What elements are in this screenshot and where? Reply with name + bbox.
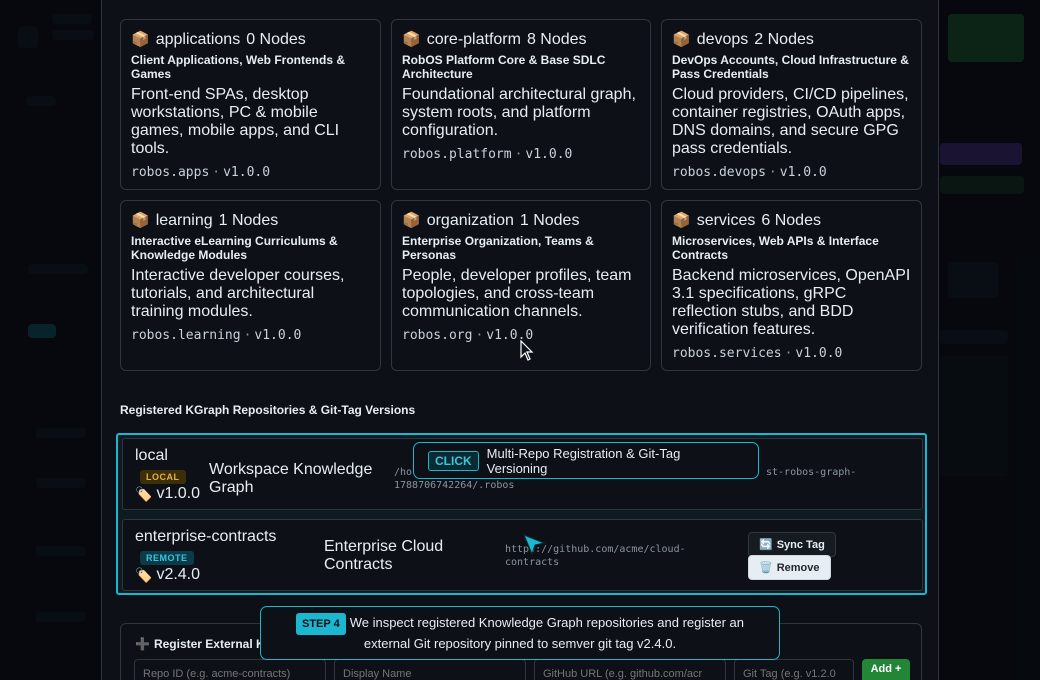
repository-tag: v2.4.0 [156, 566, 201, 583]
mouse-cursor-icon [520, 340, 534, 361]
module-description: Interactive developer courses, tutorials… [131, 267, 345, 320]
package-icon: 📦 [131, 31, 150, 48]
sync-icon: 🔄 [759, 539, 773, 551]
module-package: robos.learning [131, 328, 241, 343]
git-tag-input[interactable] [734, 659, 854, 680]
repository-name: Enterprise Cloud Contracts [324, 538, 444, 573]
repository-id: enterprise-contracts [135, 528, 277, 545]
repository-path-start: /ho [394, 467, 413, 478]
add-repository-button[interactable]: Add + [862, 659, 910, 680]
module-description: Front-end SPAs, desktop workstations, PC… [131, 86, 340, 157]
module-card-applications[interactable]: 📦 applications 0 Nodes Client Applications… [120, 19, 381, 190]
register-form-title: Register External K [153, 637, 265, 651]
repository-path-end: st-robos-graph- [766, 467, 857, 478]
package-icon: 📦 [131, 212, 150, 229]
module-version: v1.0.0 [223, 165, 271, 180]
repositories-section-title: Registered KGraph Repositories & Git-Tag… [120, 403, 416, 417]
module-package: robos.devops [672, 165, 766, 180]
module-package: robos.apps [131, 165, 210, 180]
tag-icon: 🏷️ [135, 485, 153, 502]
tour-pointer-icon [523, 534, 546, 556]
repo-id-input[interactable] [134, 659, 326, 680]
module-card-core-platform[interactable]: 📦 core-platform 8 Nodes RobOS Platform Cor… [391, 19, 651, 190]
remove-button[interactable]: 🗑️ Remove [748, 555, 831, 580]
tag-icon: 🏷️ [135, 566, 153, 583]
repository-name: Workspace Knowledge Graph [209, 461, 373, 496]
remote-badge: REMOTE [140, 551, 194, 565]
module-name: applications [155, 31, 241, 48]
local-badge: LOCAL [140, 470, 186, 484]
module-card-services[interactable]: 📦 services 6 Nodes Microservices, Web APIs… [661, 200, 922, 371]
module-subtitle: Interactive eLearning Curriculums & Know… [131, 234, 338, 262]
module-subtitle: Microservices, Web APIs & Interface Cont… [672, 234, 879, 262]
module-version: v1.0.0 [779, 165, 827, 180]
module-version: v1.0.0 [254, 328, 302, 343]
module-subtitle: Client Applications, Web Frontends & Gam… [131, 53, 346, 81]
module-name: devops [696, 31, 749, 48]
module-package: robos.services [672, 346, 782, 361]
package-icon: 📦 [402, 31, 421, 48]
module-description: Foundational architectural graph, system… [402, 86, 636, 139]
step-tooltip: STEP 4 We inspect registered Knowledge Gr… [260, 606, 780, 660]
module-description: Cloud providers, CI/CD pipelines, contai… [672, 86, 909, 157]
module-node-count: 1 Nodes [519, 212, 580, 229]
step-tooltip-text: We inspect registered Knowledge Graph re… [349, 615, 745, 651]
module-description: People, developer profiles, team topolog… [402, 267, 632, 320]
package-icon: 📦 [672, 212, 691, 229]
module-card-devops[interactable]: 📦 devops 2 Nodes DevOps Accounts, Cloud In… [661, 19, 922, 190]
github-url-input[interactable] [534, 659, 726, 680]
module-version: v1.0.0 [795, 346, 843, 361]
sync-tag-label: Sync Tag [776, 538, 825, 551]
module-package: robos.org [402, 328, 473, 343]
module-subtitle: RobOS Platform Core & Base SDLC Architec… [402, 53, 606, 81]
remove-label: Remove [776, 561, 820, 574]
module-description: Backend microservices, OpenAPI 3.1 speci… [672, 267, 911, 338]
display-name-input[interactable] [334, 659, 526, 680]
click-tooltip: CLICK Multi-Repo Registration & Git-Tag … [413, 442, 759, 479]
click-tooltip-text: Multi-Repo Registration & Git-Tag Versio… [486, 445, 681, 476]
package-icon: 📦 [402, 212, 421, 229]
module-node-count: 8 Nodes [526, 31, 587, 48]
plus-icon: ➕ [135, 637, 150, 651]
module-card-learning[interactable]: 📦 learning 1 Nodes Interactive eLearning C… [120, 200, 381, 371]
module-subtitle: DevOps Accounts, Cloud Infrastructure & … [672, 53, 909, 81]
repository-tag: v1.0.0 [156, 485, 201, 502]
module-name: core-platform [426, 31, 521, 48]
module-package: robos.platform [402, 147, 512, 162]
trash-icon: 🗑️ [759, 562, 773, 574]
repository-path-line2: 1788706742264/.robos [394, 480, 515, 491]
step-pill: STEP 4 [295, 613, 346, 635]
module-name: organization [426, 212, 514, 229]
module-node-count: 1 Nodes [218, 212, 279, 229]
sync-tag-button[interactable]: 🔄 Sync Tag [748, 532, 836, 557]
module-name: services [696, 212, 756, 229]
repository-id: local [135, 447, 168, 464]
click-pill: CLICK [428, 450, 479, 471]
module-subtitle: Enterprise Organization, Teams & Persona… [402, 234, 594, 262]
module-node-count: 6 Nodes [761, 212, 821, 229]
module-name: learning [155, 212, 213, 229]
module-node-count: 0 Nodes [246, 31, 306, 48]
package-icon: 📦 [672, 31, 691, 48]
module-version: v1.0.0 [525, 147, 573, 162]
module-node-count: 2 Nodes [754, 31, 814, 48]
